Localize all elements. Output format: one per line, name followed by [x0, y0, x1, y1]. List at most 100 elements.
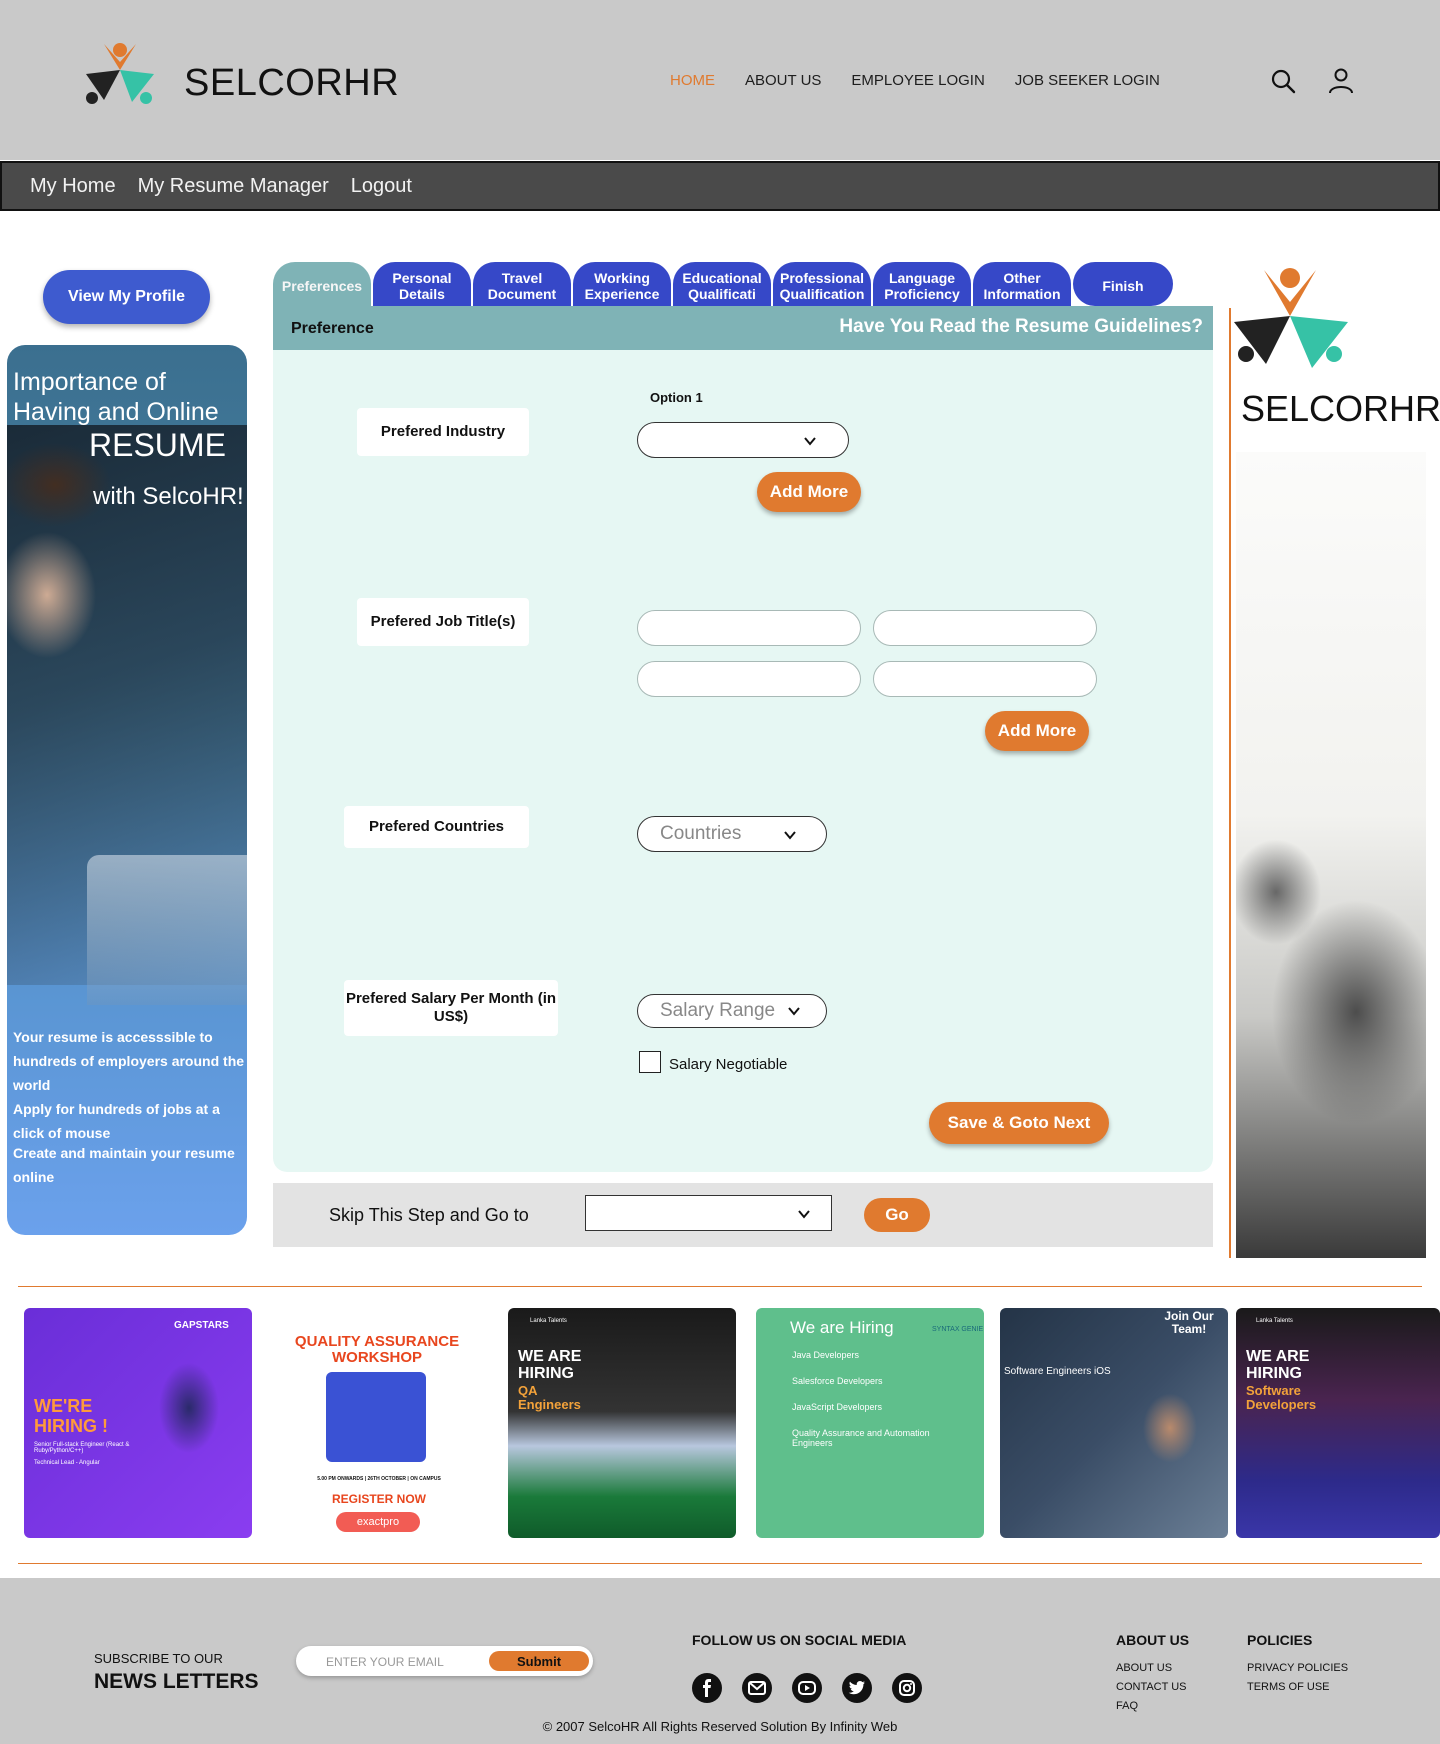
promo-with-selcohr: with SelcoHR!: [93, 483, 244, 510]
subscribe-small: SUBSCRIBE TO OUR: [94, 1651, 223, 1666]
nav-about-us[interactable]: ABOUT US: [745, 72, 821, 89]
selcorhr-logo-icon[interactable]: [80, 40, 160, 122]
countries-select[interactable]: Countries: [637, 816, 827, 852]
chevron-down-icon: [804, 437, 816, 446]
footer-policies-heading: POLICIES: [1247, 1632, 1313, 1648]
salary-range-select[interactable]: Salary Range: [637, 994, 827, 1028]
chevron-down-icon: [784, 831, 796, 840]
top-navigation: HOME ABOUT US EMPLOYEE LOGIN JOB SEEKER …: [670, 72, 1160, 89]
nav-home[interactable]: HOME: [670, 72, 715, 89]
form-section-title: Preference: [291, 320, 374, 337]
preferred-job-title-label: Prefered Job Title(s): [357, 598, 529, 646]
email-placeholder: ENTER YOUR EMAIL: [326, 1655, 444, 1669]
account-subnav: My Home My Resume Manager Logout: [0, 161, 1440, 211]
follow-us-heading: FOLLOW US ON SOCIAL MEDIA: [692, 1632, 907, 1648]
social-links: [692, 1673, 922, 1703]
ad-people-photo: [144, 1348, 234, 1538]
promo-resume: RESUME: [89, 427, 226, 463]
resume-promo-banner: Importance of Having and Online RESUME w…: [7, 345, 247, 1235]
subnav-my-home[interactable]: My Home: [30, 175, 116, 198]
chevron-down-icon: [798, 1210, 810, 1219]
job-title-input-1[interactable]: [637, 610, 861, 646]
ads-bottom-divider: [18, 1563, 1422, 1564]
footer-link-privacy[interactable]: PRIVACY POLICIES: [1247, 1662, 1348, 1674]
preferred-countries-label: Prefered Countries: [344, 806, 529, 848]
right-brand-name: SELCORHR: [1241, 388, 1440, 429]
tab-educational-qualification[interactable]: Educational Qualificati: [673, 262, 771, 306]
skip-step-bar: Skip This Step and Go to Go: [273, 1183, 1213, 1247]
go-button[interactable]: Go: [864, 1198, 930, 1232]
save-and-next-button[interactable]: Save & Goto Next: [929, 1102, 1109, 1144]
site-header: SELCORHR HOME ABOUT US EMPLOYEE LOGIN JO…: [0, 0, 1440, 160]
job-ad-software-developers[interactable]: Lanka Talents WE ARE HIRING Software Dev…: [1236, 1308, 1440, 1538]
subnav-logout[interactable]: Logout: [351, 175, 412, 198]
tab-travel-document[interactable]: Travel Document: [473, 262, 571, 306]
promo-benefit-1: Your resume is accesssible to hundreds o…: [13, 1029, 245, 1093]
preferred-industry-label: Prefered Industry: [357, 408, 529, 456]
job-ad-gapstars[interactable]: GAPSTARS WE'RE HIRING ! Senior Full-stac…: [24, 1308, 252, 1538]
newsletter-submit-button[interactable]: Submit: [489, 1651, 589, 1671]
brand-name[interactable]: SELCORHR: [184, 62, 399, 105]
search-icon[interactable]: [1268, 66, 1298, 96]
copyright-text: © 2007 SelcoHR All Rights Reserved Solut…: [542, 1719, 898, 1734]
selcorhr-logo-icon: [1234, 268, 1348, 368]
resume-step-tabs: Preferences Personal Details Travel Docu…: [273, 262, 1175, 308]
job-ad-qa-workshop[interactable]: QUALITY ASSURANCE WORKSHOP 5.00 PM ONWAR…: [264, 1308, 490, 1538]
laptop-photo: [87, 855, 247, 1005]
tab-language-proficiency[interactable]: Language Proficiency: [873, 262, 971, 306]
site-footer: SUBSCRIBE TO OUR NEWS LETTERS ENTER YOUR…: [0, 1578, 1440, 1744]
tab-professional-qualification[interactable]: Professional Qualification: [773, 262, 871, 306]
skip-step-text: Skip This Step and Go to: [329, 1205, 529, 1225]
job-title-add-more-button[interactable]: Add More: [985, 711, 1089, 751]
preferred-salary-label: Prefered Salary Per Month (in US$): [344, 980, 558, 1036]
footer-about-heading: ABOUT US: [1116, 1632, 1190, 1648]
footer-link-faq[interactable]: FAQ: [1116, 1700, 1138, 1712]
ad-illustration: [326, 1372, 426, 1462]
tab-finish[interactable]: Finish: [1073, 262, 1173, 306]
view-my-profile-button[interactable]: View My Profile: [43, 270, 210, 324]
tab-preferences[interactable]: Preferences: [273, 262, 371, 306]
resume-guidelines-link[interactable]: Have You Read the Resume Guidelines?: [839, 316, 1203, 338]
right-side-photo: [1236, 452, 1426, 1258]
instagram-icon[interactable]: [892, 1673, 922, 1703]
footer-link-contact-us[interactable]: CONTACT US: [1116, 1681, 1187, 1693]
nav-job-seeker-login[interactable]: JOB SEEKER LOGIN: [1015, 72, 1160, 89]
footer-link-terms[interactable]: TERMS OF USE: [1247, 1681, 1330, 1693]
industry-add-more-button[interactable]: Add More: [757, 472, 861, 512]
tab-other-information[interactable]: Other Information: [973, 262, 1071, 306]
ads-top-divider: [18, 1286, 1422, 1287]
salary-negotiable-label: Salary Negotiable: [669, 1056, 788, 1073]
job-ad-syntax-genie[interactable]: We are Hiring SYNTAX GENIE Java Develope…: [756, 1308, 984, 1538]
subnav-my-resume-manager[interactable]: My Resume Manager: [138, 175, 329, 198]
salary-range-placeholder: Salary Range: [660, 1000, 776, 1021]
ad-man-photo: [1120, 1368, 1220, 1538]
subscribe-heading: NEWS LETTERS: [94, 1670, 259, 1693]
option-1-label: Option 1: [650, 390, 703, 405]
countries-placeholder: Countries: [660, 823, 742, 844]
promo-benefit-2: Apply for hundreds of jobs at a click of…: [13, 1101, 220, 1141]
right-divider: [1229, 308, 1231, 1258]
tab-working-experience[interactable]: Working Experience: [573, 262, 671, 306]
job-title-input-4[interactable]: [873, 661, 1097, 697]
chevron-down-icon: [788, 1007, 800, 1016]
user-icon[interactable]: [1326, 66, 1356, 96]
tab-personal-details[interactable]: Personal Details: [373, 262, 471, 306]
youtube-icon[interactable]: [792, 1673, 822, 1703]
job-ad-qa-engineers[interactable]: Lanka Talents WE ARE HIRING QA Engineers: [508, 1308, 736, 1538]
twitter-icon[interactable]: [842, 1673, 872, 1703]
skip-step-select[interactable]: [585, 1195, 832, 1231]
promo-benefit-3: Create and maintain your resume online: [13, 1145, 235, 1185]
job-title-input-2[interactable]: [873, 610, 1097, 646]
job-title-input-3[interactable]: [637, 661, 861, 697]
facebook-icon[interactable]: [692, 1673, 722, 1703]
newsletter-email-field[interactable]: ENTER YOUR EMAIL Submit: [296, 1646, 593, 1676]
mail-icon[interactable]: [742, 1673, 772, 1703]
nav-employee-login[interactable]: EMPLOYEE LOGIN: [851, 72, 984, 89]
salary-negotiable-checkbox[interactable]: [639, 1051, 661, 1073]
preference-form: Prefered Industry Option 1 Add More Pref…: [273, 350, 1213, 1172]
form-header: Preference Have You Read the Resume Guid…: [273, 306, 1213, 350]
footer-link-about-us[interactable]: ABOUT US: [1116, 1662, 1172, 1674]
industry-select[interactable]: [637, 422, 849, 458]
job-ad-ios-engineers[interactable]: Join Our Team! Software Engineers iOS: [1000, 1308, 1228, 1538]
promo-heading: Importance of Having and Online: [13, 368, 219, 426]
